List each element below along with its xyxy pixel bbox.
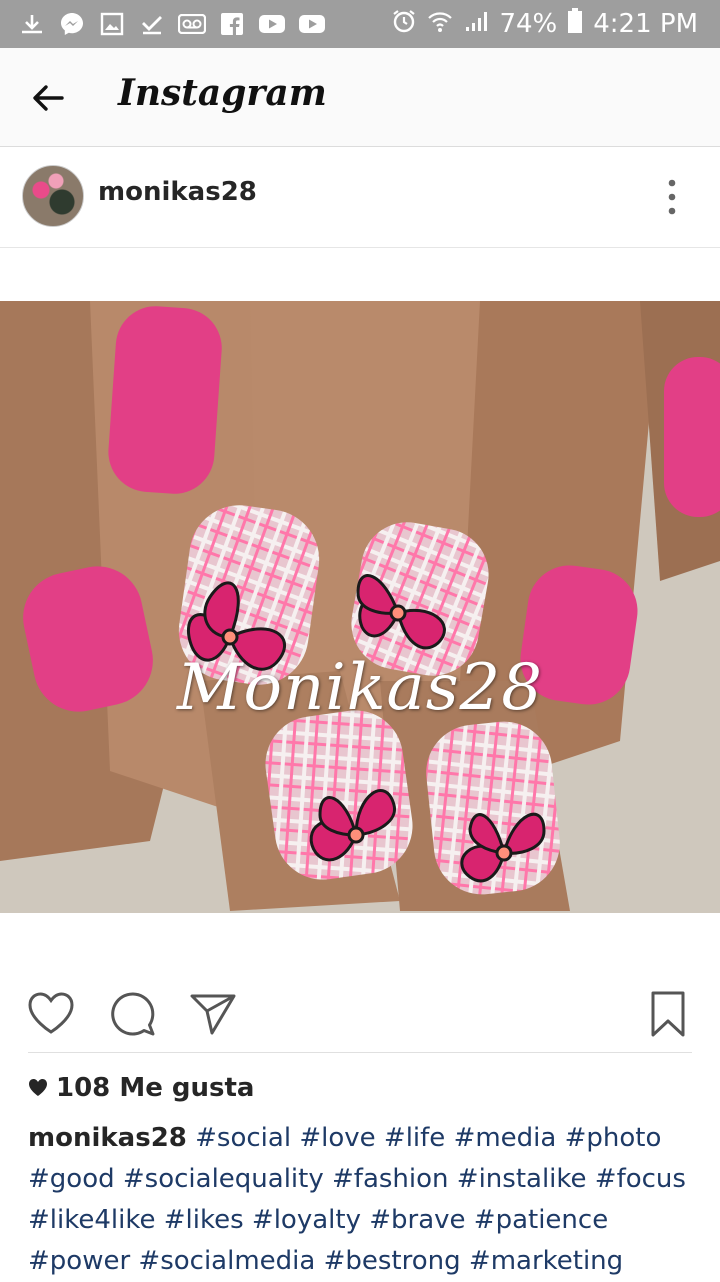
post-username[interactable]: monikas28 bbox=[98, 177, 257, 207]
system-status: 74% 4:21 PM bbox=[391, 7, 698, 41]
post-image[interactable]: Monikas28 bbox=[0, 301, 720, 913]
caption-username[interactable]: monikas28 bbox=[28, 1123, 187, 1153]
hashtag[interactable]: #loyalty bbox=[252, 1205, 361, 1235]
messenger-icon bbox=[58, 12, 86, 36]
heart-filled-icon bbox=[29, 1079, 47, 1096]
likes-label: 108 Me gusta bbox=[56, 1073, 255, 1103]
hashtag[interactable]: #love bbox=[299, 1123, 375, 1153]
post-actions bbox=[0, 965, 720, 1057]
hashtag[interactable]: #good bbox=[28, 1164, 115, 1194]
back-arrow-icon[interactable] bbox=[28, 78, 68, 118]
hashtag[interactable]: #photo bbox=[565, 1123, 662, 1153]
post-caption: monikas28 #social #love #life #media #ph… bbox=[28, 1118, 698, 1282]
hashtag[interactable]: #media bbox=[454, 1123, 557, 1153]
alarm-icon bbox=[391, 8, 417, 41]
clock: 4:21 PM bbox=[593, 9, 698, 39]
app-bar: Instagram bbox=[0, 48, 720, 147]
likes-count[interactable]: 108 Me gusta bbox=[28, 1073, 254, 1103]
wifi-icon bbox=[427, 9, 453, 40]
hashtag[interactable]: #patience bbox=[474, 1205, 608, 1235]
comment-icon[interactable] bbox=[108, 989, 158, 1039]
hashtag[interactable]: #brave bbox=[369, 1205, 465, 1235]
youtube-icon bbox=[298, 12, 326, 36]
facebook-icon bbox=[218, 12, 246, 36]
youtube-icon bbox=[258, 12, 286, 36]
gallery-icon bbox=[98, 12, 126, 36]
hashtag[interactable]: #instalike bbox=[457, 1164, 587, 1194]
hashtag[interactable]: #social bbox=[195, 1123, 291, 1153]
hashtag[interactable]: #focus bbox=[595, 1164, 686, 1194]
share-send-icon[interactable] bbox=[188, 989, 238, 1039]
battery-icon bbox=[567, 7, 583, 41]
hashtag[interactable]: #socialequality bbox=[123, 1164, 324, 1194]
status-bar: 74% 4:21 PM bbox=[0, 0, 720, 48]
image-watermark: Monikas28 bbox=[177, 651, 543, 725]
heart-icon[interactable] bbox=[26, 989, 76, 1039]
download-icon bbox=[18, 12, 46, 36]
hashtag[interactable]: #socialmedia bbox=[138, 1246, 315, 1276]
hashtag[interactable]: #marketing bbox=[469, 1246, 623, 1276]
app-title: Instagram bbox=[118, 72, 327, 114]
check-icon bbox=[138, 12, 166, 36]
signal-icon bbox=[463, 9, 489, 40]
notification-icons bbox=[18, 10, 326, 38]
battery-percent: 74% bbox=[499, 9, 558, 39]
voicemail-icon bbox=[178, 12, 206, 36]
hashtag[interactable]: #likes bbox=[164, 1205, 244, 1235]
hashtag[interactable]: #like4like bbox=[28, 1205, 155, 1235]
hashtag[interactable]: #power bbox=[28, 1246, 130, 1276]
avatar[interactable] bbox=[22, 165, 84, 227]
actions-divider bbox=[28, 1052, 692, 1053]
nail-art-illustration bbox=[0, 301, 720, 913]
hashtag[interactable]: #bestrong bbox=[324, 1246, 461, 1276]
post-header: monikas28 bbox=[0, 147, 720, 248]
hashtag[interactable]: #fashion bbox=[332, 1164, 449, 1194]
more-options-icon[interactable] bbox=[664, 179, 680, 215]
bookmark-icon[interactable] bbox=[648, 989, 698, 1039]
hashtag[interactable]: #life bbox=[384, 1123, 445, 1153]
